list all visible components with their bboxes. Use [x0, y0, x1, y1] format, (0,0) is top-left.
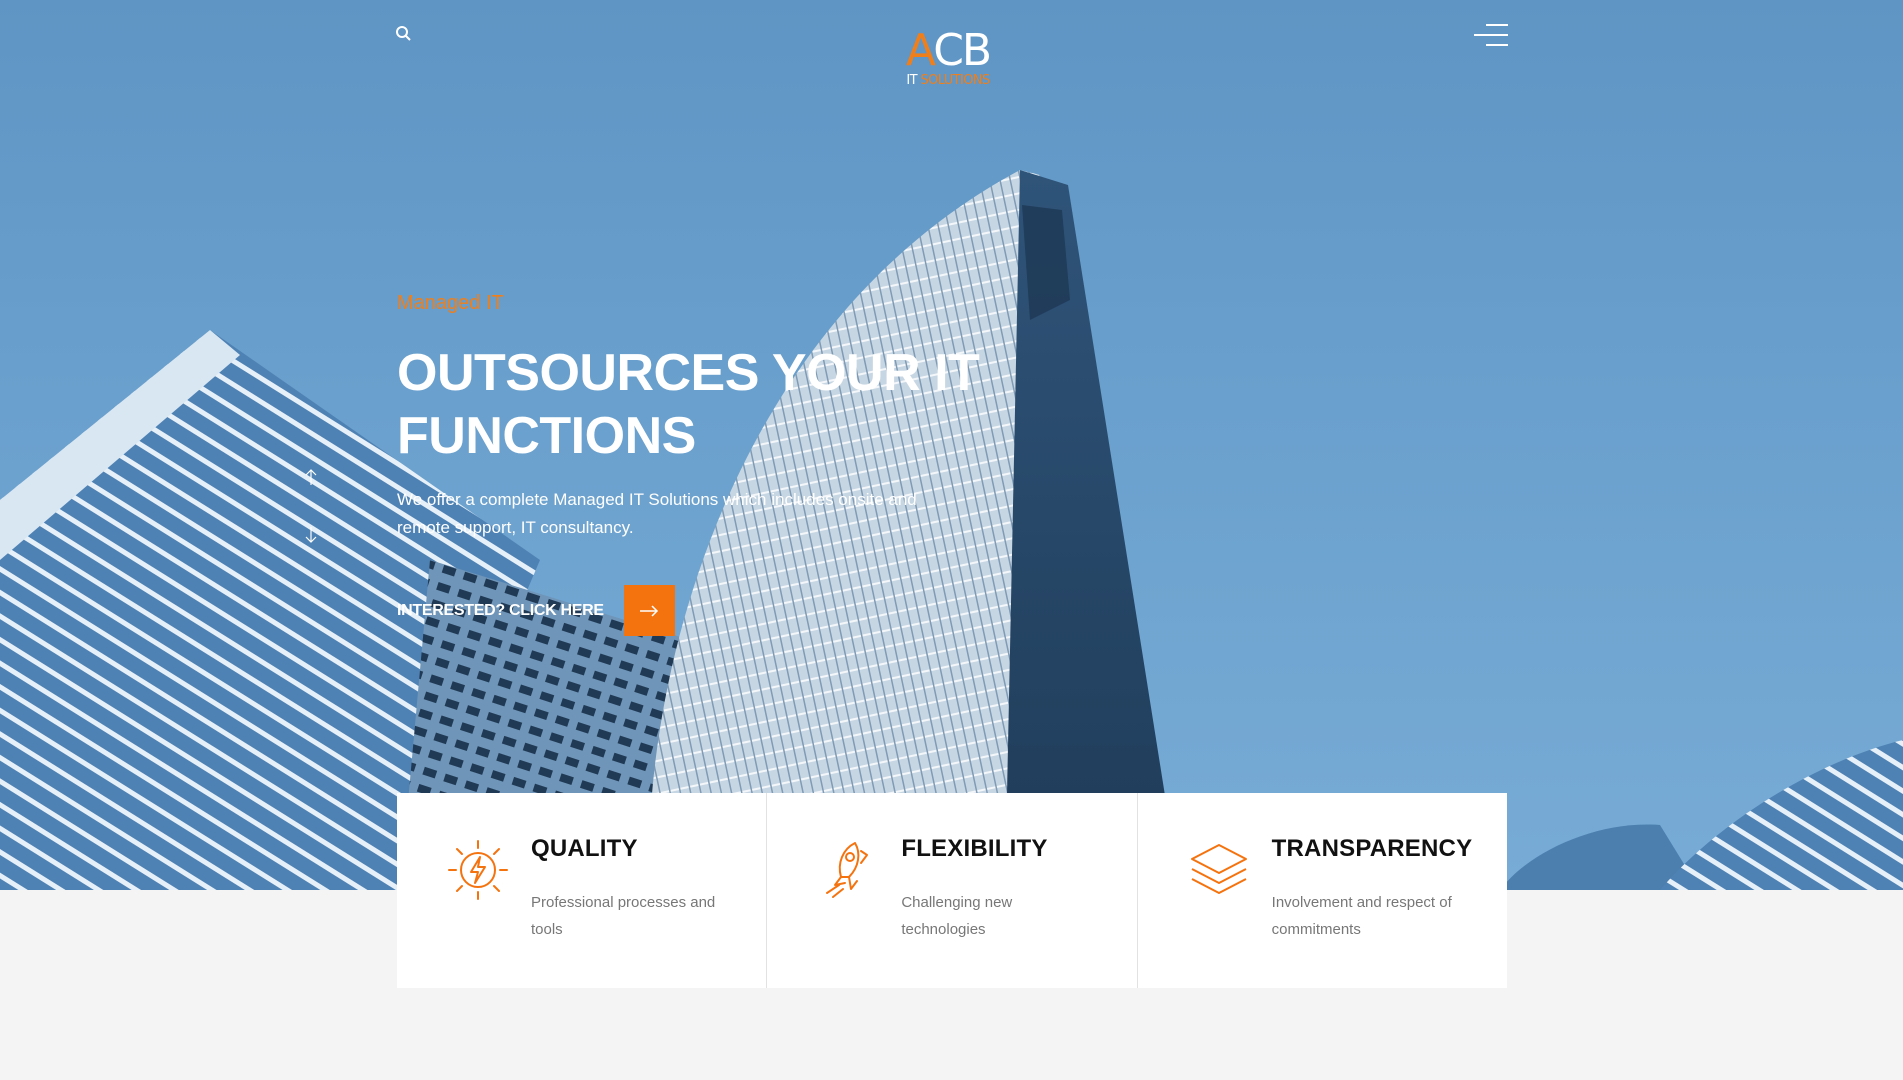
feature-title: QUALITY — [531, 835, 638, 862]
feature-flexibility: FLEXIBILITY Challenging new technologies — [767, 793, 1138, 988]
feature-description: Involvement and respect of commitments — [1271, 894, 1452, 938]
logo-it: IT — [906, 73, 917, 88]
sun-bolt-icon — [447, 839, 509, 901]
slider-down-arrow[interactable] — [303, 526, 319, 544]
rocket-runner-icon — [817, 839, 879, 901]
feature-description: Challenging new technologies — [901, 894, 1013, 938]
interested-cta[interactable]: INTERESTED? CLICK HERE — [397, 585, 675, 636]
slider-up-arrow[interactable] — [303, 468, 319, 486]
feature-description: Professional processes and tools — [531, 894, 716, 938]
feature-title: TRANSPARENCY — [1271, 835, 1473, 862]
feature-title: FLEXIBILITY — [901, 835, 1048, 862]
hero-description: We offer a complete Managed IT Solutions… — [397, 490, 917, 537]
layers-icon — [1188, 839, 1250, 901]
arrow-right-icon — [640, 604, 659, 617]
hero-eyebrow: Managed IT — [397, 292, 504, 314]
feature-quality: QUALITY Professional processes and tools — [397, 793, 768, 988]
hamburger-menu-icon[interactable] — [1474, 24, 1508, 48]
hero-headline: OUTSOURCES YOUR IT FUNCTIONS — [397, 344, 980, 465]
arrow-down-icon — [305, 527, 317, 543]
features-strip: QUALITY Professional processes and tools… — [397, 793, 1507, 988]
search-icon[interactable] — [394, 24, 414, 44]
cta-arrow-button[interactable] — [623, 585, 675, 636]
logo-letter-a: A — [905, 25, 935, 76]
cta-label[interactable]: INTERESTED? CLICK HERE — [397, 602, 604, 620]
acb-logo[interactable]: ACB IT SOLUTIONS — [896, 28, 1000, 90]
logo-solutions: SOLUTIONS — [920, 73, 990, 88]
logo-letters-cb: CB — [933, 25, 992, 76]
arrow-up-icon — [305, 469, 317, 485]
feature-transparency: TRANSPARENCY Involvement and respect of … — [1138, 793, 1507, 988]
